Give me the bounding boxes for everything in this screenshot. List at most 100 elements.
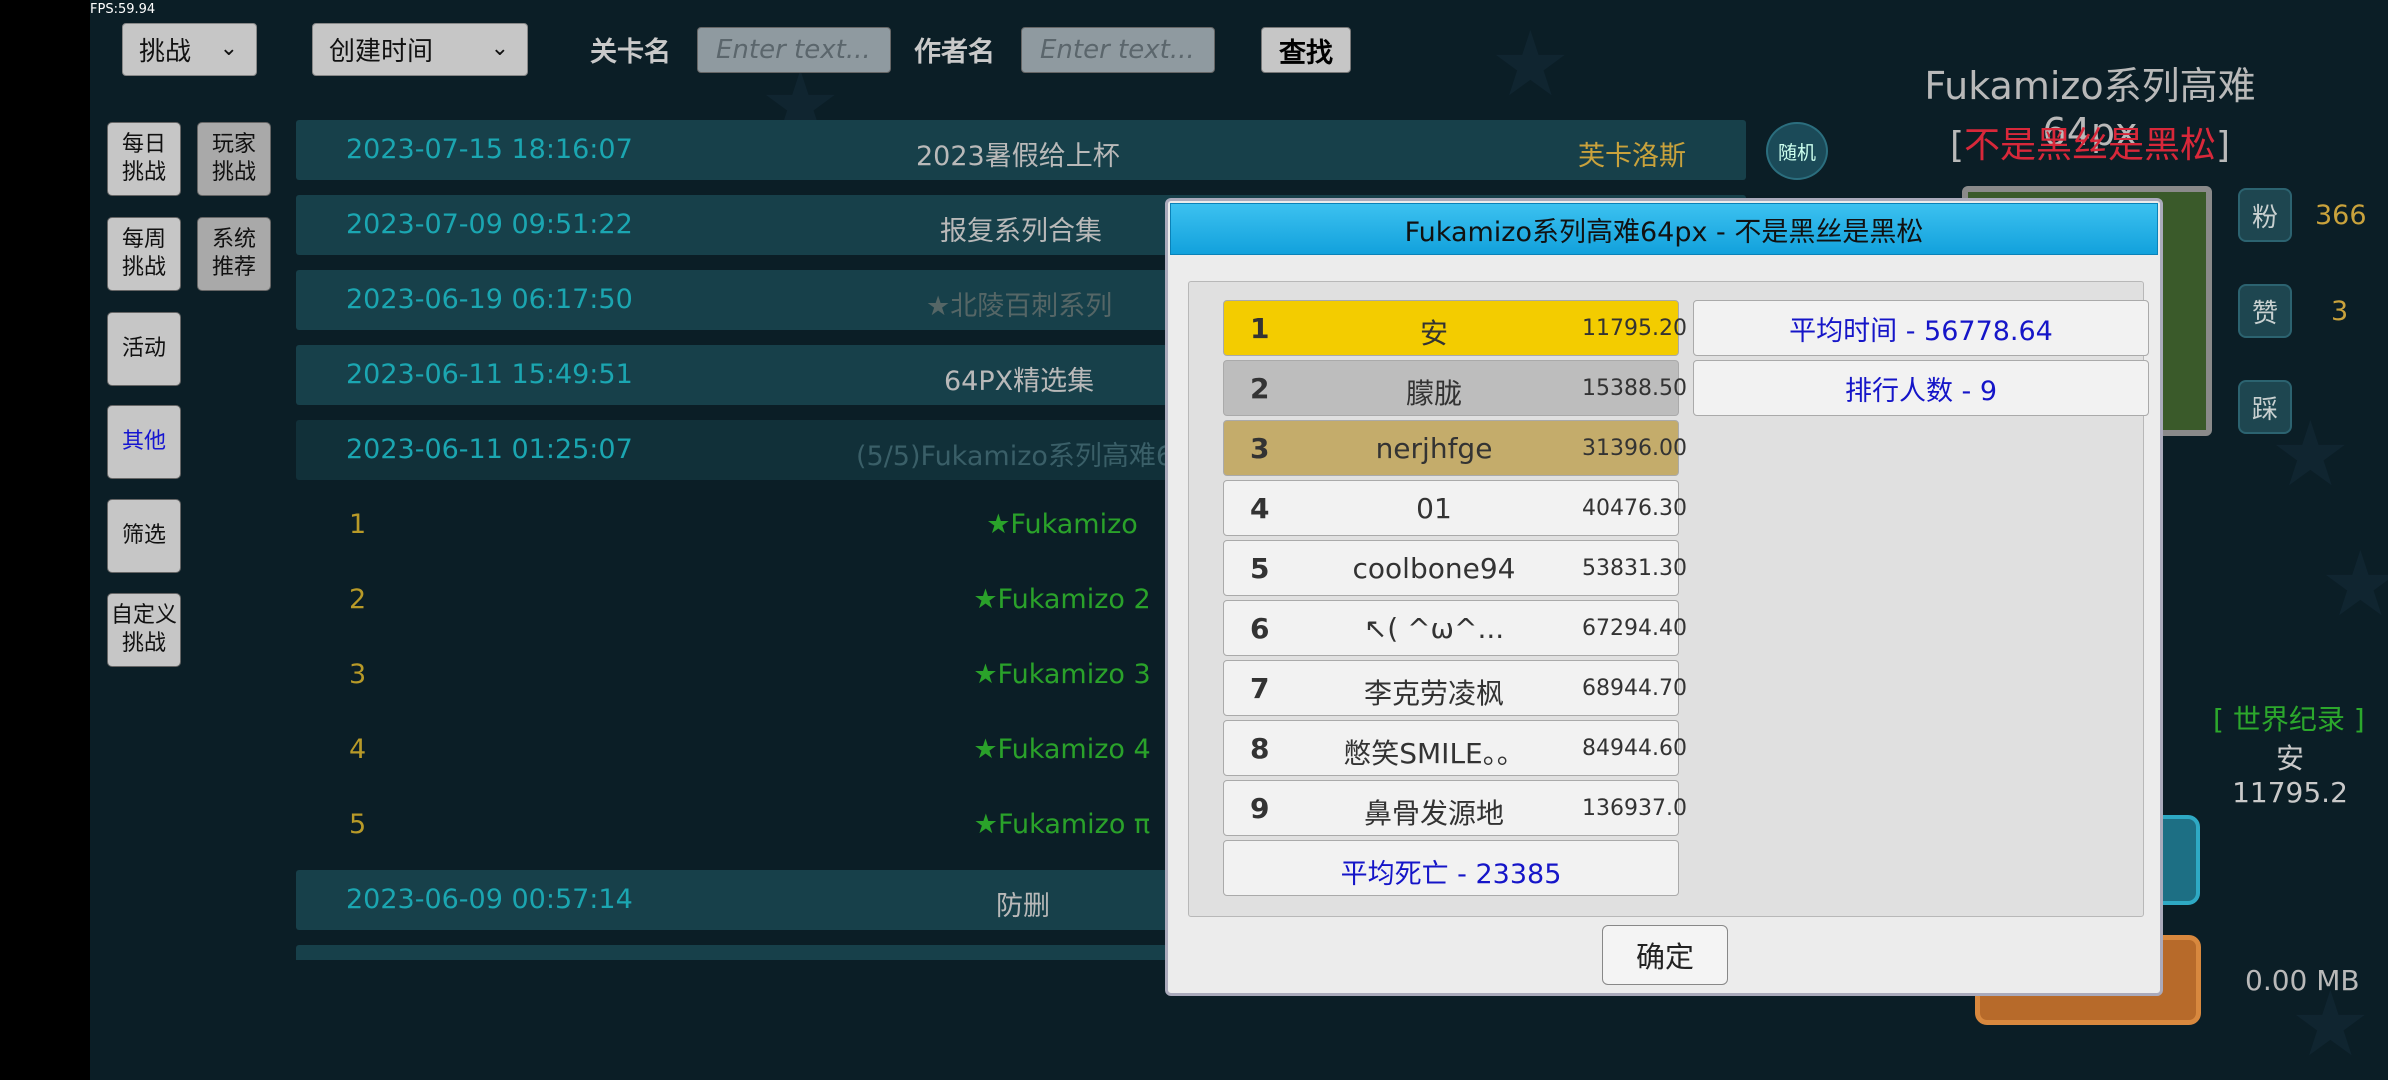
ranking-row[interactable]: 4 01 40476.30 (1223, 480, 1687, 536)
player-name: 李克劳凌枫 (1363, 677, 1504, 710)
level-date: 2023-07-09 09:51:22 (346, 209, 633, 240)
sub-level-title: ★Fukamizo π (973, 809, 1151, 840)
rank-number: 6 (1250, 612, 1270, 645)
average-death-box: 平均死亡 - 23385 (1223, 840, 1679, 896)
world-record-holder: 安 11795.2 (2180, 742, 2388, 810)
event-button[interactable]: 活动 (107, 312, 181, 386)
daily-challenge-button[interactable]: 每日 挑战 (107, 122, 181, 196)
find-button[interactable]: 查找 (1261, 27, 1351, 73)
random-button[interactable]: 随机 (1766, 122, 1828, 180)
chevron-down-icon: ⌄ (490, 36, 509, 61)
other-button[interactable]: 其他 (107, 405, 181, 479)
level-row[interactable]: 2023-07-15 18:16:07 2023暑假给上杯 芙卡洛斯 (296, 120, 1746, 180)
dialog-title: Fukamizo系列高难64px - 不是黑丝是黑松 (1170, 203, 2158, 255)
player-score: 40476.30 (1582, 496, 1687, 521)
chevron-down-icon: ⌄ (219, 36, 238, 61)
custom-challenge-label: 自定义 挑战 (110, 603, 177, 656)
player-challenge-label: 玩家 挑战 (211, 132, 256, 185)
fans-icon[interactable]: 粉 (2238, 188, 2292, 242)
player-name: 安 (1419, 317, 1448, 350)
like-count: 3 (2331, 296, 2349, 327)
fans-count: 366 (2315, 200, 2367, 231)
sub-level-title: ★Fukamizo 2 (973, 584, 1151, 615)
sub-level-number: 1 (349, 509, 367, 540)
system-recommend-button[interactable]: 系统 推荐 (197, 217, 271, 291)
fps-counter: FPS:59.94 (90, 2, 156, 17)
sub-level-title: ★Fukamizo 3 (973, 659, 1151, 690)
player-score: 67294.40 (1582, 616, 1687, 641)
level-name-input[interactable]: Enter text... (697, 27, 891, 73)
player-name: 朦胧 (1405, 377, 1462, 410)
ranking-row[interactable]: 9 鼻骨发源地 136937.0 (1223, 780, 1687, 836)
sub-level-title: ★Fukamizo (986, 509, 1138, 540)
selected-level-author: [不是黑丝是黑松] (1880, 116, 2300, 168)
weekly-challenge-button[interactable]: 每周 挑战 (107, 217, 181, 291)
player-score: 68944.70 (1582, 676, 1687, 701)
ok-button[interactable]: 确定 (1602, 925, 1728, 985)
author-name-input[interactable]: Enter text... (1021, 27, 1215, 73)
rank-number: 2 (1250, 372, 1270, 405)
sub-level-number: 2 (349, 584, 367, 615)
player-name: 01 (1416, 492, 1452, 525)
ranking-row[interactable]: 7 李克劳凌枫 68944.70 (1223, 660, 1687, 716)
level-size: 0.00 MB (2245, 964, 2360, 997)
ranking-row[interactable]: 6 ↖( ^ω^... 67294.40 (1223, 600, 1687, 656)
rank-number: 1 (1250, 312, 1270, 345)
filter-label: 筛选 (121, 523, 166, 548)
rank-number: 5 (1250, 552, 1270, 585)
player-score: 31396.00 (1582, 436, 1687, 461)
level-date: 2023-06-09 00:57:14 (346, 884, 633, 915)
player-name: 鼻骨发源地 (1363, 797, 1504, 830)
author-name-label: 作者名 (914, 37, 995, 68)
player-score: 84944.60 (1582, 736, 1687, 761)
sub-level-number: 4 (349, 734, 367, 765)
other-label: 其他 (121, 429, 166, 454)
rank-number: 7 (1250, 672, 1270, 705)
player-score: 53831.30 (1582, 556, 1687, 581)
level-date: 2023-06-11 01:25:07 (346, 434, 633, 465)
dislike-icon[interactable]: 踩 (2238, 380, 2292, 434)
leaderboard-panel: 1 安 11795.20 2 朦胧 15388.50 3 nerjhfge 31… (1188, 281, 2149, 917)
background-star: ★ (2320, 532, 2388, 637)
sub-level-title: ★Fukamizo 4 (973, 734, 1151, 765)
custom-challenge-button[interactable]: 自定义 挑战 (107, 593, 181, 667)
bracket-close: ] (2216, 125, 2231, 166)
ranking-row[interactable]: 3 nerjhfge 31396.00 (1223, 420, 1687, 476)
average-death: 平均死亡 - 23385 (1340, 859, 1562, 890)
author-name[interactable]: 不是黑丝是黑松 (1964, 125, 2216, 166)
level-name-label: 关卡名 (590, 37, 671, 68)
player-name: nerjhfge (1375, 432, 1493, 465)
filter-button[interactable]: 筛选 (107, 499, 181, 573)
ranking-row[interactable]: 5 coolbone94 53831.30 (1223, 540, 1687, 596)
sort-dropdown-value: 创建时间 (329, 37, 434, 67)
world-record-time: 11795.2 (2232, 776, 2348, 809)
ranking-row[interactable]: 8 憋笑SMILE。。 84944.60 (1223, 720, 1687, 776)
level-date: 2023-06-19 06:17:50 (346, 284, 633, 315)
weekly-challenge-label: 每周 挑战 (121, 227, 166, 280)
player-challenge-button[interactable]: 玩家 挑战 (197, 122, 271, 196)
level-date: 2023-06-11 15:49:51 (346, 359, 633, 390)
sub-level-number: 3 (349, 659, 367, 690)
player-score: 11795.20 (1582, 316, 1687, 341)
background-star: ★ (1490, 12, 1571, 117)
mode-dropdown-value: 挑战 (139, 37, 192, 67)
bracket-open: [ (1949, 125, 1964, 166)
ranking-row[interactable]: 2 朦胧 15388.50 (1223, 360, 1687, 416)
level-date: 2023-07-15 18:16:07 (346, 134, 633, 165)
mode-dropdown[interactable]: 挑战 ⌄ (122, 23, 257, 76)
like-icon[interactable]: 赞 (2238, 284, 2292, 338)
leaderboard-dialog: Fukamizo系列高难64px - 不是黑丝是黑松 1 安 11795.20 … (1165, 198, 2163, 996)
sort-dropdown[interactable]: 创建时间 ⌄ (312, 23, 528, 76)
daily-challenge-label: 每日 挑战 (121, 132, 166, 185)
player-name: ↖( ^ω^... (1363, 612, 1505, 645)
player-score: 136937.0 (1582, 796, 1687, 821)
average-time: 平均时间 - 56778.64 (1693, 300, 2149, 356)
rank-number: 8 (1250, 732, 1270, 765)
world-record-name: 安 (2275, 742, 2304, 775)
player-name: 憋笑SMILE。。 (1343, 737, 1525, 770)
system-recommend-label: 系统 推荐 (211, 227, 256, 280)
level-author: 芙卡洛斯 (1578, 141, 1686, 172)
player-name: coolbone94 (1352, 552, 1516, 585)
ranking-row[interactable]: 1 安 11795.20 (1223, 300, 1687, 356)
rank-number: 4 (1250, 492, 1270, 525)
